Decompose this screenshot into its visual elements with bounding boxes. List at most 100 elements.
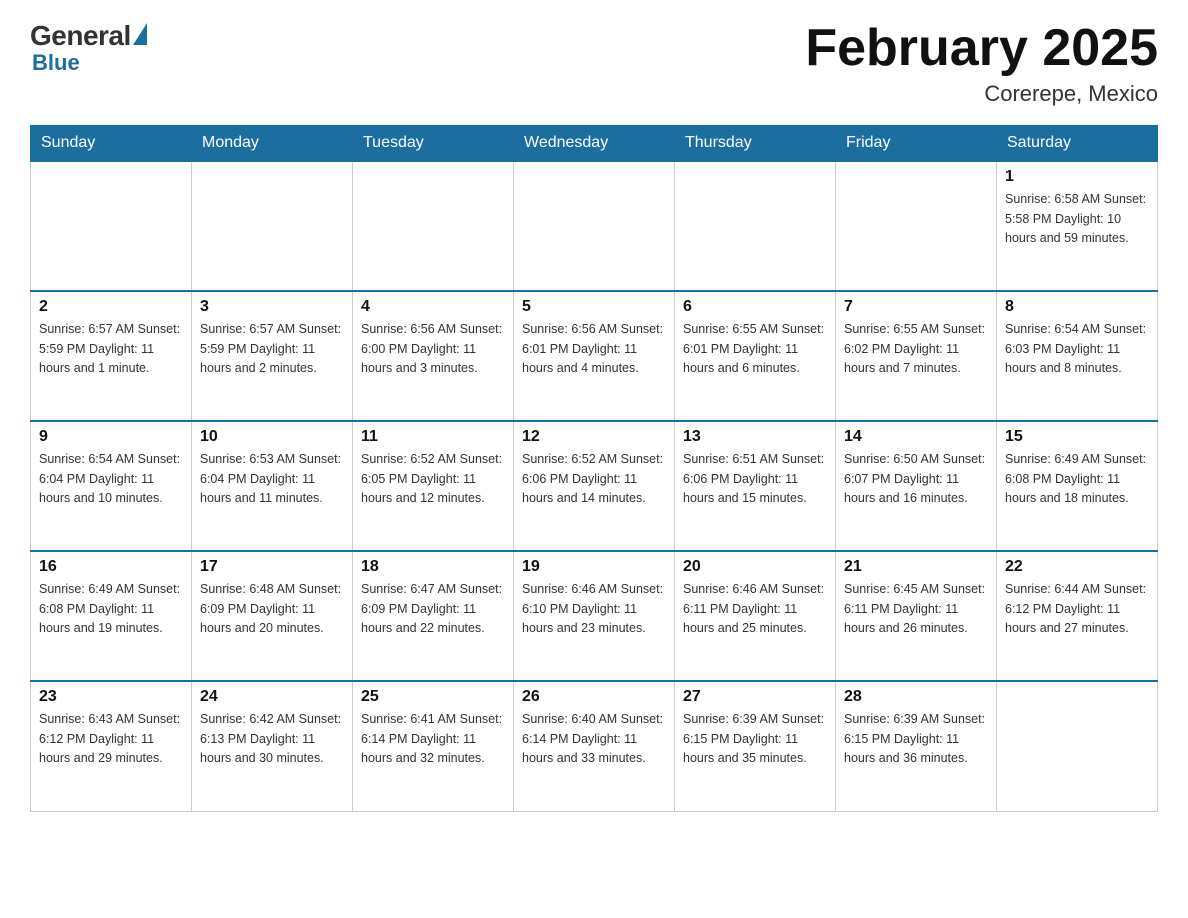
day-info: Sunrise: 6:54 AM Sunset: 6:03 PM Dayligh… xyxy=(1005,320,1149,378)
day-info: Sunrise: 6:44 AM Sunset: 6:12 PM Dayligh… xyxy=(1005,580,1149,638)
day-of-week-header: Wednesday xyxy=(514,126,675,162)
day-info: Sunrise: 6:45 AM Sunset: 6:11 PM Dayligh… xyxy=(844,580,988,638)
calendar-day-cell: 13 Sunrise: 6:51 AM Sunset: 6:06 PM Dayli… xyxy=(675,421,836,551)
calendar-day-cell: 22Sunrise: 6:44 AM Sunset: 6:12 PM Dayli… xyxy=(997,551,1158,681)
calendar-day-cell: 6 Sunrise: 6:55 AM Sunset: 6:01 PM Daylig… xyxy=(675,291,836,421)
day-info: Sunrise: 6:42 AM Sunset: 6:13 PM Dayligh… xyxy=(200,710,344,768)
day-number: 16 xyxy=(39,558,183,576)
calendar-day-cell: 23Sunrise: 6:43 AM Sunset: 6:12 PM Dayli… xyxy=(31,681,192,811)
calendar-day-cell: 7 Sunrise: 6:55 AM Sunset: 6:02 PM Daylig… xyxy=(836,291,997,421)
day-info: Sunrise: 6:40 AM Sunset: 6:14 PM Dayligh… xyxy=(522,710,666,768)
day-info: Sunrise: 6:52 AM Sunset: 6:05 PM Dayligh… xyxy=(361,450,505,508)
calendar-day-cell: 12 Sunrise: 6:52 AM Sunset: 6:06 PM Dayli… xyxy=(514,421,675,551)
day-info: Sunrise: 6:39 AM Sunset: 6:15 PM Dayligh… xyxy=(844,710,988,768)
day-info: Sunrise: 6:55 AM Sunset: 6:01 PM Dayligh… xyxy=(683,320,827,378)
day-info: Sunrise: 6:49 AM Sunset: 6:08 PM Dayligh… xyxy=(39,580,183,638)
day-info: Sunrise: 6:56 AM Sunset: 6:01 PM Dayligh… xyxy=(522,320,666,378)
calendar-day-cell: 25Sunrise: 6:41 AM Sunset: 6:14 PM Dayli… xyxy=(353,681,514,811)
day-number: 28 xyxy=(844,688,988,706)
logo-triangle-icon xyxy=(133,23,147,45)
calendar-day-cell xyxy=(192,161,353,291)
calendar-day-cell: 9 Sunrise: 6:54 AM Sunset: 6:04 PM Daylig… xyxy=(31,421,192,551)
day-info: Sunrise: 6:46 AM Sunset: 6:11 PM Dayligh… xyxy=(683,580,827,638)
day-number: 27 xyxy=(683,688,827,706)
calendar-day-cell xyxy=(31,161,192,291)
calendar-table: SundayMondayTuesdayWednesdayThursdayFrid… xyxy=(30,125,1158,812)
days-of-week-row: SundayMondayTuesdayWednesdayThursdayFrid… xyxy=(31,126,1158,162)
day-info: Sunrise: 6:57 AM Sunset: 5:59 PM Dayligh… xyxy=(39,320,183,378)
calendar-week-row: 2 Sunrise: 6:57 AM Sunset: 5:59 PM Daylig… xyxy=(31,291,1158,421)
calendar-day-cell: 15 Sunrise: 6:49 AM Sunset: 6:08 PM Dayli… xyxy=(997,421,1158,551)
day-number: 24 xyxy=(200,688,344,706)
day-number: 18 xyxy=(361,558,505,576)
calendar-day-cell: 24 Sunrise: 6:42 AM Sunset: 6:13 PM Dayli… xyxy=(192,681,353,811)
day-number: 15 xyxy=(1005,428,1149,446)
day-of-week-header: Thursday xyxy=(675,126,836,162)
day-number: 8 xyxy=(1005,298,1149,316)
day-info: Sunrise: 6:55 AM Sunset: 6:02 PM Dayligh… xyxy=(844,320,988,378)
day-of-week-header: Tuesday xyxy=(353,126,514,162)
calendar-day-cell: 3 Sunrise: 6:57 AM Sunset: 5:59 PM Daylig… xyxy=(192,291,353,421)
day-info: Sunrise: 6:51 AM Sunset: 6:06 PM Dayligh… xyxy=(683,450,827,508)
calendar-day-cell: 20 Sunrise: 6:46 AM Sunset: 6:11 PM Dayli… xyxy=(675,551,836,681)
calendar-week-row: 1 Sunrise: 6:58 AM Sunset: 5:58 PM Daylig… xyxy=(31,161,1158,291)
logo-general-text: General xyxy=(30,20,131,52)
day-number: 26 xyxy=(522,688,666,706)
day-number: 21 xyxy=(844,558,988,576)
calendar-header: SundayMondayTuesdayWednesdayThursdayFrid… xyxy=(31,126,1158,162)
calendar-day-cell xyxy=(836,161,997,291)
calendar-day-cell xyxy=(675,161,836,291)
day-info: Sunrise: 6:52 AM Sunset: 6:06 PM Dayligh… xyxy=(522,450,666,508)
calendar-day-cell: 26 Sunrise: 6:40 AM Sunset: 6:14 PM Dayli… xyxy=(514,681,675,811)
calendar-day-cell: 17 Sunrise: 6:48 AM Sunset: 6:09 PM Dayli… xyxy=(192,551,353,681)
day-number: 9 xyxy=(39,428,183,446)
day-number: 17 xyxy=(200,558,344,576)
day-info: Sunrise: 6:43 AM Sunset: 6:12 PM Dayligh… xyxy=(39,710,183,768)
day-number: 10 xyxy=(200,428,344,446)
day-number: 1 xyxy=(1005,168,1149,186)
month-title: February 2025 xyxy=(805,20,1158,77)
location-text: Corerepe, Mexico xyxy=(805,81,1158,107)
calendar-day-cell: 4 Sunrise: 6:56 AM Sunset: 6:00 PM Daylig… xyxy=(353,291,514,421)
day-number: 14 xyxy=(844,428,988,446)
day-info: Sunrise: 6:50 AM Sunset: 6:07 PM Dayligh… xyxy=(844,450,988,508)
day-number: 7 xyxy=(844,298,988,316)
calendar-day-cell: 2 Sunrise: 6:57 AM Sunset: 5:59 PM Daylig… xyxy=(31,291,192,421)
day-info: Sunrise: 6:49 AM Sunset: 6:08 PM Dayligh… xyxy=(1005,450,1149,508)
calendar-day-cell: 8 Sunrise: 6:54 AM Sunset: 6:03 PM Daylig… xyxy=(997,291,1158,421)
day-of-week-header: Friday xyxy=(836,126,997,162)
logo-blue-text: Blue xyxy=(32,50,80,76)
day-info: Sunrise: 6:39 AM Sunset: 6:15 PM Dayligh… xyxy=(683,710,827,768)
day-number: 13 xyxy=(683,428,827,446)
calendar-day-cell: 21 Sunrise: 6:45 AM Sunset: 6:11 PM Dayli… xyxy=(836,551,997,681)
calendar-day-cell: 16 Sunrise: 6:49 AM Sunset: 6:08 PM Dayli… xyxy=(31,551,192,681)
calendar-day-cell: 18Sunrise: 6:47 AM Sunset: 6:09 PM Dayli… xyxy=(353,551,514,681)
day-info: Sunrise: 6:48 AM Sunset: 6:09 PM Dayligh… xyxy=(200,580,344,638)
day-info: Sunrise: 6:57 AM Sunset: 5:59 PM Dayligh… xyxy=(200,320,344,378)
calendar-day-cell xyxy=(514,161,675,291)
day-number: 6 xyxy=(683,298,827,316)
day-info: Sunrise: 6:56 AM Sunset: 6:00 PM Dayligh… xyxy=(361,320,505,378)
calendar-day-cell: 10 Sunrise: 6:53 AM Sunset: 6:04 PM Dayli… xyxy=(192,421,353,551)
day-of-week-header: Saturday xyxy=(997,126,1158,162)
day-number: 3 xyxy=(200,298,344,316)
day-info: Sunrise: 6:53 AM Sunset: 6:04 PM Dayligh… xyxy=(200,450,344,508)
calendar-day-cell: 5 Sunrise: 6:56 AM Sunset: 6:01 PM Daylig… xyxy=(514,291,675,421)
calendar-day-cell: 11Sunrise: 6:52 AM Sunset: 6:05 PM Dayli… xyxy=(353,421,514,551)
calendar-day-cell xyxy=(997,681,1158,811)
day-of-week-header: Monday xyxy=(192,126,353,162)
day-number: 12 xyxy=(522,428,666,446)
day-info: Sunrise: 6:58 AM Sunset: 5:58 PM Dayligh… xyxy=(1005,190,1149,248)
calendar-day-cell: 28 Sunrise: 6:39 AM Sunset: 6:15 PM Dayli… xyxy=(836,681,997,811)
day-number: 5 xyxy=(522,298,666,316)
day-number: 25 xyxy=(361,688,505,706)
day-number: 2 xyxy=(39,298,183,316)
page-header: General Blue February 2025 Corerepe, Mex… xyxy=(30,20,1158,107)
calendar-day-cell: 19Sunrise: 6:46 AM Sunset: 6:10 PM Dayli… xyxy=(514,551,675,681)
logo: General Blue xyxy=(30,20,147,76)
day-number: 20 xyxy=(683,558,827,576)
day-info: Sunrise: 6:54 AM Sunset: 6:04 PM Dayligh… xyxy=(39,450,183,508)
calendar-day-cell: 27 Sunrise: 6:39 AM Sunset: 6:15 PM Dayli… xyxy=(675,681,836,811)
day-number: 4 xyxy=(361,298,505,316)
calendar-body: 1 Sunrise: 6:58 AM Sunset: 5:58 PM Daylig… xyxy=(31,161,1158,811)
